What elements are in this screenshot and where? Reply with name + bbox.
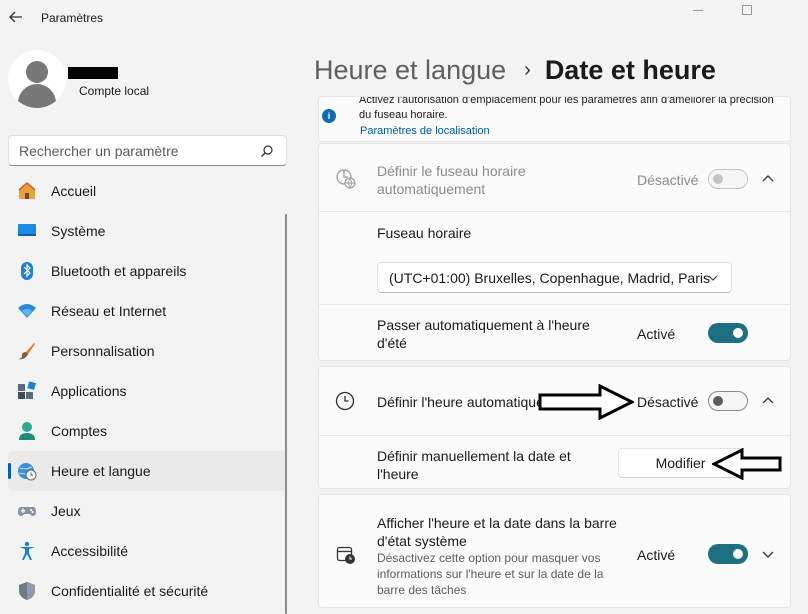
breadcrumb-parent[interactable]: Heure et langue — [314, 55, 506, 86]
auto-time-status: Désactivé — [637, 394, 699, 410]
breadcrumb: Heure et langue › Date et heure — [314, 52, 716, 88]
sidebar-item-reseau[interactable]: Réseau et Internet — [8, 291, 287, 331]
auto-timezone-toggle[interactable] — [708, 169, 748, 189]
location-info-card: i Activez l'autorisation d'emplacement p… — [318, 96, 791, 142]
breadcrumb-separator: › — [524, 58, 531, 81]
location-settings-link[interactable]: Paramètres de localisation — [360, 125, 490, 137]
user-name: Ken — [68, 67, 118, 79]
wifi-icon — [18, 304, 36, 318]
sidebar-item-jeux[interactable]: Jeux — [8, 491, 287, 531]
sidebar-item-accueil[interactable]: Accueil — [8, 171, 287, 211]
minimize-icon — [693, 9, 703, 11]
sidebar-item-label: Confidentialité et sécurité — [51, 583, 209, 599]
sidebar-item-bluetooth[interactable]: Bluetooth et appareils — [8, 251, 287, 291]
maximize-button[interactable] — [724, 0, 770, 20]
sidebar-item-label: Accueil — [51, 183, 97, 199]
sidebar-item-perso[interactable]: Personnalisation — [8, 331, 287, 371]
sidebar-item-comptes[interactable]: Comptes — [8, 411, 287, 451]
sidebar-item-label: Réseau et Internet — [51, 303, 167, 319]
accessibility-icon — [19, 541, 35, 560]
sidebar-item-label: Jeux — [51, 503, 81, 519]
chevron-up-icon[interactable] — [761, 172, 775, 186]
timezone-label: Fuseau horaire — [377, 225, 472, 241]
brush-icon — [18, 343, 35, 360]
sidebar-item-apps[interactable]: Applications — [8, 371, 287, 411]
sidebar-item-heure[interactable]: Heure et langue — [8, 451, 287, 491]
globe-clock-icon — [336, 169, 356, 189]
back-arrow-icon[interactable] — [6, 6, 26, 28]
search-input[interactable] — [19, 142, 249, 160]
person-icon — [19, 422, 35, 440]
auto-timezone-status: Désactivé — [637, 172, 699, 188]
tray-toggle[interactable] — [708, 544, 748, 564]
info-icon: i — [322, 109, 336, 123]
manual-time-label: Définir manuellement la date et l'heure — [377, 448, 571, 482]
sidebar-item-label: Comptes — [51, 423, 108, 439]
timezone-select[interactable]: (UTC+01:00) Bruxelles, Copenhague, Madri… — [377, 262, 732, 293]
avatar[interactable] — [8, 50, 66, 108]
dst-label: Passer automatiquement à l'heure d'été — [377, 317, 590, 351]
shield-icon — [19, 582, 35, 600]
annotation-arrow-left-icon — [712, 448, 782, 480]
bluetooth-icon — [21, 262, 33, 280]
page-title: Date et heure — [544, 54, 716, 85]
sidebar-item-label: Accessibilité — [51, 543, 129, 559]
chevron-down-icon — [708, 275, 718, 281]
sidebar-item-label: Bluetooth et appareils — [51, 263, 187, 279]
tray-card: Afficher l'heure et la date dans la barr… — [318, 494, 791, 608]
location-info-text: Activez l'autorisation d'emplacement pou… — [359, 96, 774, 121]
apps-icon — [18, 381, 36, 399]
minimize-button[interactable] — [675, 0, 721, 20]
tray-status: Activé — [637, 547, 676, 563]
annotation-arrow-right-icon — [538, 384, 634, 420]
tray-label: Afficher l'heure et la date dans la barr… — [377, 515, 617, 549]
account-type: Compte local — [79, 84, 150, 98]
system-icon — [18, 224, 36, 236]
chevron-up-icon[interactable] — [761, 394, 775, 408]
gamepad-icon — [18, 507, 36, 516]
title-bar: Paramètres — [0, 0, 808, 36]
sidebar-item-label: Applications — [51, 383, 127, 399]
timezone-value: (UTC+01:00) Bruxelles, Copenhague, Madri… — [389, 270, 710, 286]
chevron-down-icon[interactable] — [761, 547, 775, 561]
sidebar-item-label: Système — [51, 223, 106, 239]
auto-timezone-label: Définir le fuseau horaire automatiquemen… — [377, 163, 526, 197]
auto-time-toggle[interactable] — [708, 391, 748, 411]
maximize-icon — [742, 5, 752, 15]
timezone-card: Définir le fuseau horaire automatiquemen… — [318, 143, 791, 361]
sidebar-item-label: Heure et langue — [51, 463, 151, 479]
globe-clock-icon — [18, 463, 37, 481]
dst-status: Activé — [637, 326, 676, 342]
calendar-clock-icon — [336, 546, 355, 564]
sidebar-item-systeme[interactable]: Système — [8, 211, 287, 251]
sidebar-item-label: Personnalisation — [51, 343, 155, 359]
sidebar-nav: Accueil Système Bluetooth et appareils R… — [8, 171, 287, 611]
home-icon — [18, 182, 36, 199]
clock-icon — [335, 391, 355, 411]
sidebar-item-access[interactable]: Accessibilité — [8, 531, 287, 571]
tray-description: Désactivez cette option pour masquer vos… — [377, 551, 604, 597]
dst-toggle[interactable] — [708, 323, 748, 343]
app-title: Paramètres — [41, 11, 104, 25]
search-box[interactable] — [8, 135, 287, 166]
search-icon[interactable] — [260, 144, 274, 158]
sidebar-scrollbar[interactable] — [285, 214, 287, 614]
sidebar-item-confid[interactable]: Confidentialité et sécurité — [8, 571, 287, 611]
